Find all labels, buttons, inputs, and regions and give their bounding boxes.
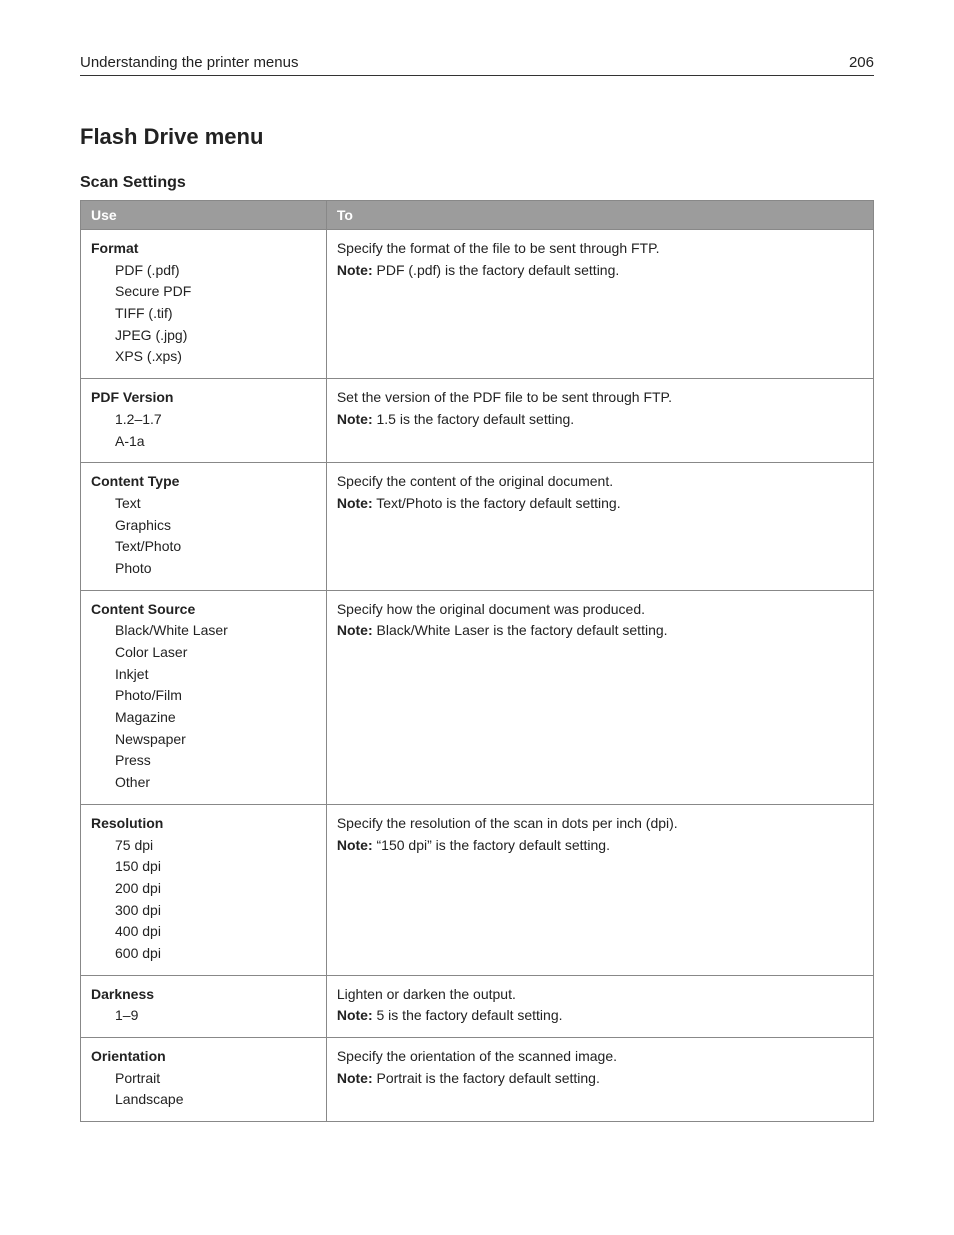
note-label: Note: <box>337 495 373 511</box>
setting-option: Photo/Film <box>115 685 316 707</box>
setting-option: Other <box>115 772 316 794</box>
setting-name: Content Type <box>91 471 316 493</box>
setting-option: Newspaper <box>115 729 316 751</box>
setting-option: TIFF (.tif) <box>115 303 316 325</box>
setting-option: XPS (.xps) <box>115 346 316 368</box>
table-row: Content TypeTextGraphicsText/PhotoPhoto S… <box>81 463 874 590</box>
running-header: Understanding the printer menus 206 <box>80 54 874 76</box>
setting-option: Black/White Laser <box>115 620 316 642</box>
setting-option: Color Laser <box>115 642 316 664</box>
subsection-heading: Scan Settings <box>80 174 874 192</box>
setting-options: 1.2–1.7A‑1a <box>91 409 316 452</box>
cell-use: Resolution75 dpi150 dpi200 dpi300 dpi400… <box>81 804 327 975</box>
setting-options: TextGraphicsText/PhotoPhoto <box>91 493 316 580</box>
note-text: “150 dpi” is the factory default setting… <box>373 837 610 853</box>
setting-note: Note: Portrait is the factory default se… <box>337 1068 863 1090</box>
setting-options: 1–9 <box>91 1005 316 1027</box>
setting-option: Secure PDF <box>115 281 316 303</box>
setting-option: Inkjet <box>115 664 316 686</box>
setting-note: Note: “150 dpi” is the factory default s… <box>337 835 863 857</box>
table-row: Content SourceBlack/White LaserColor Las… <box>81 590 874 804</box>
setting-option: 75 dpi <box>115 835 316 857</box>
cell-to: Specify the format of the file to be sen… <box>326 230 873 379</box>
table-row: Resolution75 dpi150 dpi200 dpi300 dpi400… <box>81 804 874 975</box>
running-header-title: Understanding the printer menus <box>80 54 298 71</box>
note-label: Note: <box>337 262 373 278</box>
cell-use: PDF Version1.2–1.7A‑1a <box>81 379 327 463</box>
setting-description: Specify the resolution of the scan in do… <box>337 813 863 835</box>
cell-to: Specify the resolution of the scan in do… <box>326 804 873 975</box>
setting-option: 300 dpi <box>115 900 316 922</box>
setting-option: 400 dpi <box>115 921 316 943</box>
setting-option: Photo <box>115 558 316 580</box>
setting-note: Note: 1.5 is the factory default setting… <box>337 409 863 431</box>
setting-name: PDF Version <box>91 387 316 409</box>
cell-use: Content SourceBlack/White LaserColor Las… <box>81 590 327 804</box>
setting-option: A‑1a <box>115 431 316 453</box>
cell-to: Specify the orientation of the scanned i… <box>326 1038 873 1122</box>
setting-options: Black/White LaserColor LaserInkjetPhoto/… <box>91 620 316 794</box>
table-row: OrientationPortraitLandscape Specify the … <box>81 1038 874 1122</box>
setting-option: 1.2–1.7 <box>115 409 316 431</box>
setting-options: PDF (.pdf)Secure PDFTIFF (.tif)JPEG (.jp… <box>91 260 316 368</box>
cell-to: Set the version of the PDF file to be se… <box>326 379 873 463</box>
col-header-to: To <box>326 201 873 230</box>
setting-name: Orientation <box>91 1046 316 1068</box>
note-label: Note: <box>337 622 373 638</box>
setting-note: Note: 5 is the factory default setting. <box>337 1005 863 1027</box>
setting-option: 600 dpi <box>115 943 316 965</box>
setting-option: Press <box>115 750 316 772</box>
cell-to: Specify the content of the original docu… <box>326 463 873 590</box>
setting-option: Text <box>115 493 316 515</box>
cell-to: Lighten or darken the output.Note: 5 is … <box>326 975 873 1037</box>
setting-description: Specify the content of the original docu… <box>337 471 863 493</box>
note-label: Note: <box>337 1007 373 1023</box>
note-text: 1.5 is the factory default setting. <box>373 411 575 427</box>
setting-note: Note: Black/White Laser is the factory d… <box>337 620 863 642</box>
setting-name: Content Source <box>91 599 316 621</box>
table-row: Darkness1–9Lighten or darken the output.… <box>81 975 874 1037</box>
setting-option: Text/Photo <box>115 536 316 558</box>
table-row: PDF Version1.2–1.7A‑1a Set the version of… <box>81 379 874 463</box>
setting-option: 150 dpi <box>115 856 316 878</box>
setting-name: Darkness <box>91 984 316 1006</box>
setting-description: Specify the orientation of the scanned i… <box>337 1046 863 1068</box>
setting-option: PDF (.pdf) <box>115 260 316 282</box>
setting-option: Portrait <box>115 1068 316 1090</box>
cell-use: OrientationPortraitLandscape <box>81 1038 327 1122</box>
cell-use: Content TypeTextGraphicsText/PhotoPhoto <box>81 463 327 590</box>
section-heading: Flash Drive menu <box>80 124 874 150</box>
setting-option: 200 dpi <box>115 878 316 900</box>
setting-option: 1–9 <box>115 1005 316 1027</box>
note-label: Note: <box>337 837 373 853</box>
setting-name: Resolution <box>91 813 316 835</box>
setting-description: Set the version of the PDF file to be se… <box>337 387 863 409</box>
setting-options: 75 dpi150 dpi200 dpi300 dpi400 dpi600 dp… <box>91 835 316 965</box>
cell-to: Specify how the original document was pr… <box>326 590 873 804</box>
note-label: Note: <box>337 1070 373 1086</box>
setting-note: Note: Text/Photo is the factory default … <box>337 493 863 515</box>
note-text: Portrait is the factory default setting. <box>373 1070 600 1086</box>
page-number: 206 <box>849 54 874 71</box>
setting-option: JPEG (.jpg) <box>115 325 316 347</box>
note-label: Note: <box>337 411 373 427</box>
setting-description: Lighten or darken the output. <box>337 984 863 1006</box>
note-text: 5 is the factory default setting. <box>373 1007 563 1023</box>
note-text: Text/Photo is the factory default settin… <box>373 495 621 511</box>
note-text: Black/White Laser is the factory default… <box>373 622 668 638</box>
setting-option: Graphics <box>115 515 316 537</box>
setting-name: Format <box>91 238 316 260</box>
col-header-use: Use <box>81 201 327 230</box>
cell-use: Darkness1–9 <box>81 975 327 1037</box>
setting-option: Landscape <box>115 1089 316 1111</box>
note-text: PDF (.pdf) is the factory default settin… <box>373 262 620 278</box>
setting-note: Note: PDF (.pdf) is the factory default … <box>337 260 863 282</box>
table-row: FormatPDF (.pdf)Secure PDFTIFF (.tif)JPE… <box>81 230 874 379</box>
cell-use: FormatPDF (.pdf)Secure PDFTIFF (.tif)JPE… <box>81 230 327 379</box>
setting-option: Magazine <box>115 707 316 729</box>
settings-table: Use To FormatPDF (.pdf)Secure PDFTIFF (.… <box>80 200 874 1122</box>
setting-options: PortraitLandscape <box>91 1068 316 1111</box>
setting-description: Specify the format of the file to be sen… <box>337 238 863 260</box>
setting-description: Specify how the original document was pr… <box>337 599 863 621</box>
